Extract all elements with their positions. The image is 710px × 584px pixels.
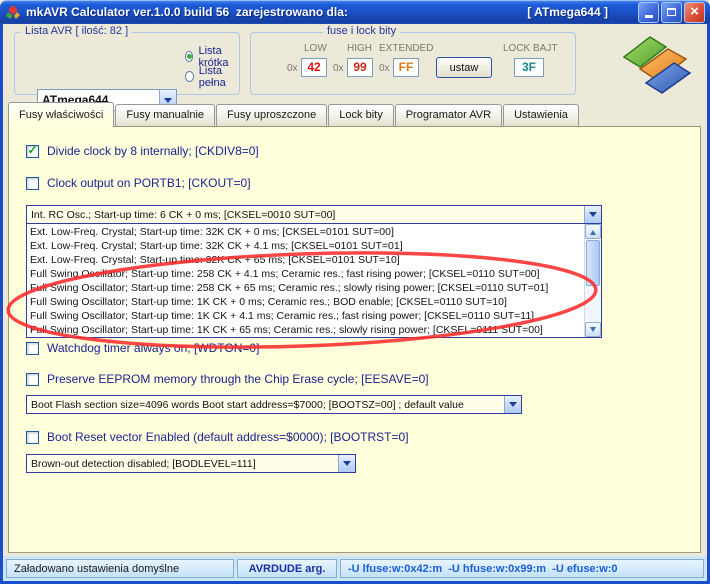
close-button[interactable]: ×	[684, 1, 705, 23]
tab-ustawienia[interactable]: Ustawienia	[503, 104, 579, 126]
dropdown-option-8[interactable]: Full Swing Oscillator; Start-up time: 1K…	[27, 323, 584, 337]
bootsz-combo[interactable]: Boot Flash section size=4096 words Boot …	[26, 395, 522, 414]
radio-unselected-icon[interactable]	[185, 71, 194, 82]
tab-fusy-wlasciwosci[interactable]: Fusy właściwości	[8, 102, 115, 127]
fuse-low-field[interactable]: 42	[301, 58, 327, 77]
chevron-down-icon	[343, 461, 351, 470]
checkbox-wdton[interactable]: Watchdog timer always on; [WDTON=0]	[26, 340, 259, 356]
checkbox-ckout-box[interactable]	[26, 176, 39, 190]
app-window: mkAVR Calculator ver.1.0.0 build 56 zare…	[0, 0, 710, 584]
checkbox-ckdiv8-label: Divide clock by 8 internally; [CKDIV8=0]	[47, 144, 259, 158]
tab-fusy-uproszczone[interactable]: Fusy uproszczone	[216, 104, 328, 126]
window-title-device: [ ATmega644 ]	[527, 5, 608, 19]
scroll-down-button[interactable]	[585, 322, 601, 337]
dropdown-option-3[interactable]: Ext. Low-Freq. Crystal; Start-up time: 3…	[27, 253, 584, 267]
fuse-extended-field[interactable]: FF	[393, 58, 419, 77]
checkbox-bootrst-label: Boot Reset vector Enabled (default addre…	[47, 430, 409, 444]
close-icon: ×	[690, 3, 699, 20]
dropdown-option-7[interactable]: Full Swing Oscillator; Start-up time: 1K…	[27, 309, 584, 323]
bootsz-combo-value: Boot Flash section size=4096 words Boot …	[31, 398, 464, 411]
extended-label: EXTENDED	[379, 43, 434, 54]
dropdown-scrollbar[interactable]	[584, 224, 601, 337]
check-icon: ✓	[27, 143, 38, 157]
dropdown-option-6[interactable]: Full Swing Oscillator; Start-up time: 1K…	[27, 295, 584, 309]
checkbox-ckout-label: Clock output on PORTB1; [CKOUT=0]	[47, 176, 251, 190]
ustaw-button[interactable]: ustaw	[436, 57, 492, 78]
scrollbar-thumb[interactable]	[586, 240, 600, 286]
checkbox-eesave-box[interactable]	[26, 372, 39, 386]
minimize-button[interactable]	[638, 1, 659, 23]
checkbox-bootrst-box[interactable]	[26, 430, 39, 444]
hex-prefix-extended: 0x	[379, 63, 390, 74]
radio-lista-pelna-label: Lista pełna	[198, 64, 226, 89]
triangle-down-icon	[590, 326, 596, 335]
scroll-up-button[interactable]	[585, 224, 601, 239]
avr-list-caption: Lista AVR [ ilość: 82 ]	[21, 25, 133, 37]
checkbox-ckdiv8-box[interactable]: ✓	[26, 143, 39, 158]
checkbox-ckdiv8[interactable]: ✓ Divide clock by 8 internally; [CKDIV8=…	[26, 143, 259, 159]
clock-source-combo[interactable]: Int. RC Osc.; Start-up time: 6 CK + 0 ms…	[26, 205, 602, 224]
fuse-high-field[interactable]: 99	[347, 58, 373, 77]
bod-combo-value: Brown-out detection disabled; [BODLEVEL=…	[31, 457, 256, 470]
status-bar: Załadowano ustawienia domyślne AVRDUDE a…	[3, 556, 707, 581]
hex-prefix-low: 0x	[287, 63, 298, 74]
checkbox-eesave[interactable]: Preserve EEPROM memory through the Chip …	[26, 371, 429, 387]
lock-bajt-label: LOCK BAJT	[503, 43, 558, 54]
bod-combo-dropdown-button[interactable]	[338, 455, 355, 472]
checkbox-wdton-label: Watchdog timer always on; [WDTON=0]	[47, 341, 260, 355]
chevron-down-icon	[589, 212, 597, 221]
app-icon	[6, 5, 20, 19]
radio-lista-pelna[interactable]: Lista pełna	[185, 65, 239, 89]
dropdown-option-4[interactable]: Full Swing Oscillator; Start-up time: 25…	[27, 267, 584, 281]
checkbox-eesave-label: Preserve EEPROM memory through the Chip …	[47, 372, 429, 386]
tab-fusy-manualnie[interactable]: Fusy manualnie	[115, 104, 216, 126]
dropdown-option-1[interactable]: Ext. Low-Freq. Crystal; Start-up time: 3…	[27, 225, 584, 239]
high-label: HIGH	[347, 43, 372, 54]
hex-prefix-high: 0x	[333, 63, 344, 74]
window-border-left	[0, 24, 3, 584]
dropdown-options: Ext. Low-Freq. Crystal; Start-up time: 3…	[27, 224, 584, 337]
tab-lock-bity[interactable]: Lock bity	[328, 104, 394, 126]
restore-icon	[667, 8, 676, 16]
title-bar: mkAVR Calculator ver.1.0.0 build 56 zare…	[0, 0, 710, 24]
bootsz-combo-dropdown-button[interactable]	[504, 396, 521, 413]
window-title: mkAVR Calculator ver.1.0.0 build 56 zare…	[26, 5, 348, 19]
dropdown-option-2[interactable]: Ext. Low-Freq. Crystal; Start-up time: 3…	[27, 239, 584, 253]
minimize-icon	[644, 15, 653, 18]
app-logo	[622, 36, 692, 94]
avrdude-arg-value: -U lfuse:w:0x42:m -U hfuse:w:0x99:m -U e…	[340, 559, 704, 578]
fuse-properties-panel: ✓ Divide clock by 8 internally; [CKDIV8=…	[8, 126, 701, 553]
checkbox-bootrst[interactable]: Boot Reset vector Enabled (default addre…	[26, 429, 409, 445]
tab-bar: Fusy właściwości Fusy manualnie Fusy upr…	[8, 102, 580, 127]
fuse-lock-caption: fuse i lock bity	[323, 25, 401, 37]
restore-button[interactable]	[661, 1, 682, 23]
status-message: Załadowano ustawienia domyślne	[6, 559, 234, 578]
avrdude-arg-label: AVRDUDE arg.	[237, 559, 337, 578]
chevron-down-icon	[509, 402, 517, 411]
radio-lista-krotka[interactable]: Lista krótka	[185, 45, 239, 69]
bod-combo[interactable]: Brown-out detection disabled; [BODLEVEL=…	[26, 454, 356, 473]
clock-source-dropdown-list: Ext. Low-Freq. Crystal; Start-up time: 3…	[26, 223, 602, 338]
clock-source-combo-value: Int. RC Osc.; Start-up time: 6 CK + 0 ms…	[31, 208, 336, 221]
low-label: LOW	[304, 43, 327, 54]
lock-byte-field[interactable]: 3F	[514, 58, 544, 77]
triangle-up-icon	[590, 227, 596, 235]
tab-programator-avr[interactable]: Programator AVR	[394, 104, 503, 126]
radio-selected-icon[interactable]	[185, 51, 194, 62]
avr-list-groupbox: Lista AVR [ ilość: 82 ] ATmega644 Lista …	[14, 25, 240, 111]
checkbox-wdton-box[interactable]	[26, 341, 39, 355]
clock-combo-dropdown-button[interactable]	[584, 206, 601, 223]
dropdown-option-5[interactable]: Full Swing Oscillator; Start-up time: 25…	[27, 281, 584, 295]
checkbox-ckout[interactable]: Clock output on PORTB1; [CKOUT=0]	[26, 175, 251, 191]
fuse-lock-groupbox: fuse i lock bity LOW HIGH EXTENDED LOCK …	[250, 25, 576, 95]
